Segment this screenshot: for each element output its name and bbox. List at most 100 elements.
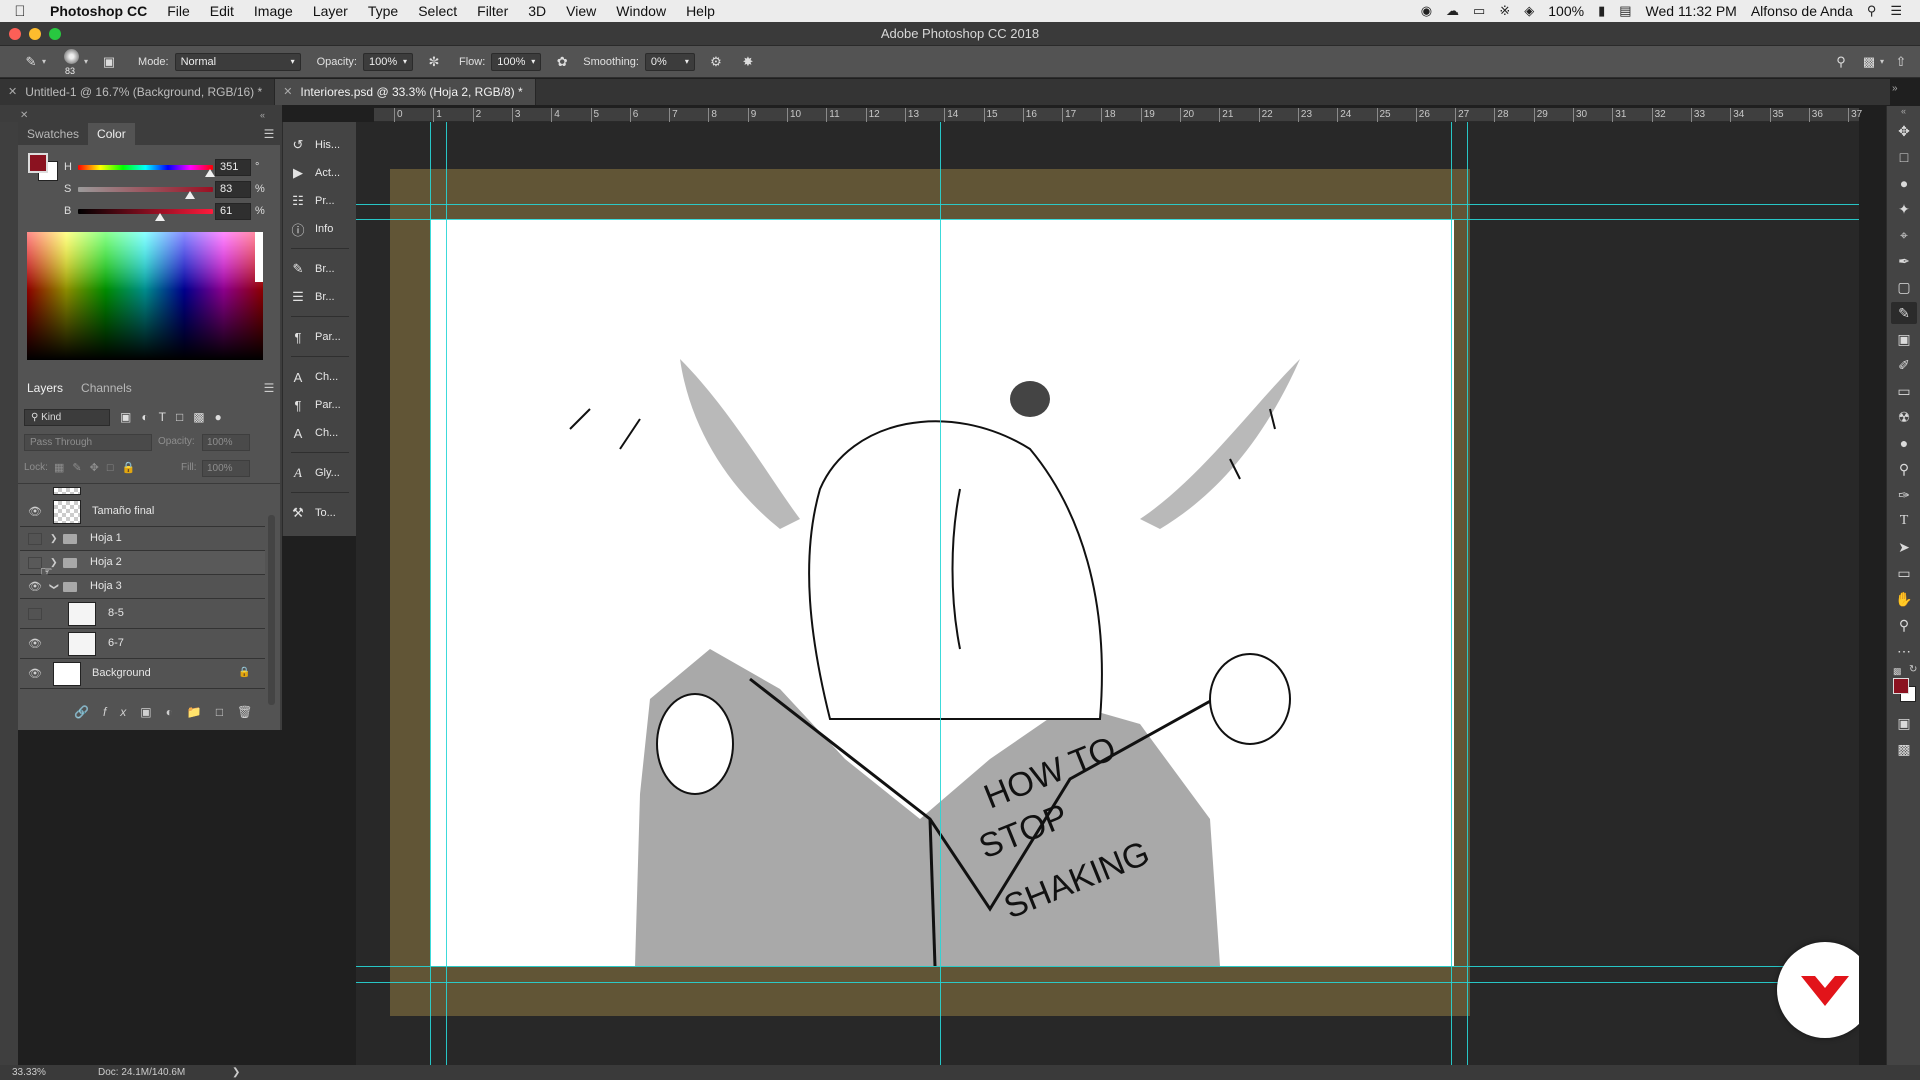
clock[interactable]: Wed 11:32 PM	[1646, 3, 1737, 19]
filter-toggle-icon[interactable]: ●	[215, 410, 232, 424]
minimize-window-button[interactable]	[29, 28, 41, 40]
color-spectrum-ramp[interactable]	[27, 232, 263, 360]
dock-properties[interactable]: ☷ Pr...	[289, 190, 353, 212]
dock-character[interactable]: A Ch...	[289, 366, 353, 388]
close-tab-icon[interactable]: ✕	[283, 79, 292, 105]
brush-size-picker[interactable]: 83	[60, 48, 84, 76]
battery-icon[interactable]: ▮	[1598, 3, 1605, 19]
visibility-toggle-empty[interactable]	[28, 533, 42, 545]
default-colors-icon[interactable]: ▩	[1893, 666, 1902, 677]
visibility-eye-icon[interactable]: 👁	[28, 638, 42, 650]
search-icon[interactable]: ⚲	[1830, 52, 1852, 72]
share-icon[interactable]: ⇧	[1890, 52, 1912, 72]
lasso-tool-icon[interactable]: ⦁	[1891, 172, 1917, 194]
dodge-tool-icon[interactable]: ⚲	[1891, 458, 1917, 480]
menu-edit[interactable]: Edit	[200, 3, 244, 19]
trash-icon[interactable]: 🗑	[237, 705, 266, 719]
guide-vertical[interactable]	[940, 122, 941, 1065]
keyboard-icon[interactable]: ▤	[1619, 3, 1631, 19]
tab-swatches[interactable]: Swatches	[18, 123, 88, 145]
white-swatch-strip[interactable]	[255, 232, 263, 282]
guide-horizontal[interactable]	[356, 219, 1859, 220]
chevron-down-icon[interactable]: ▾	[1880, 57, 1884, 66]
swap-colors-icon[interactable]: ↻	[1909, 664, 1917, 675]
guide-horizontal[interactable]	[356, 204, 1859, 205]
rectangle-tool-icon[interactable]: ▭	[1891, 562, 1917, 584]
layer-opacity-field[interactable]: 100%	[202, 434, 250, 451]
lock-artboard-icon[interactable]: □	[107, 462, 122, 474]
eraser-tool-icon[interactable]: ▭	[1891, 380, 1917, 402]
layer-group-hoja-2[interactable]: ❯ Hoja 2 ☞	[20, 551, 265, 579]
apple-menu-icon[interactable]: 	[0, 3, 40, 20]
panel-menu-icon[interactable]: ☰	[262, 382, 276, 394]
hue-slider-thumb[interactable]	[204, 169, 215, 177]
collapse-toolbox-icon[interactable]: «	[1901, 106, 1906, 116]
brush-tool-icon[interactable]: ✎	[1891, 302, 1917, 324]
toolbox-foreground-swatch[interactable]	[1893, 678, 1909, 694]
mode-select[interactable]: Normal ▾	[174, 52, 301, 71]
pen-tool-icon[interactable]: ✑	[1891, 484, 1917, 506]
foreground-color-swatch[interactable]	[28, 153, 48, 173]
clone-stamp-tool-icon[interactable]: ▣	[1891, 328, 1917, 350]
smoothing-settings-gear-icon[interactable]: ⚙	[705, 52, 727, 72]
visibility-eye-icon[interactable]: 👁	[28, 506, 42, 518]
layer-8-5[interactable]: 8-5	[20, 599, 265, 629]
bluetooth-icon[interactable]: ※	[1499, 3, 1510, 19]
chevron-down-icon[interactable]: ❯	[48, 583, 59, 591]
crop-tool-icon[interactable]: ⌖	[1891, 224, 1917, 246]
cloud-icon[interactable]: ☁	[1446, 3, 1459, 19]
notification-center-icon[interactable]: ☰	[1890, 3, 1902, 19]
fill-field[interactable]: 100%	[202, 460, 250, 477]
guide-horizontal[interactable]	[356, 966, 1859, 967]
tab-untitled-1[interactable]: ✕ Untitled-1 @ 16.7% (Background, RGB/16…	[0, 79, 276, 105]
chevron-down-icon[interactable]: ▾	[42, 57, 46, 66]
wifi-icon[interactable]: ◈	[1524, 3, 1534, 19]
airbrush-icon[interactable]: ✿	[551, 52, 573, 72]
panel-menu-icon[interactable]: ☰	[262, 128, 276, 140]
visibility-eye-icon[interactable]: 👁	[28, 668, 42, 680]
layer-6-7[interactable]: 👁 6-7	[20, 629, 265, 659]
eyedropper-tool-icon[interactable]: ✒	[1891, 250, 1917, 272]
smart-object-filter-icon[interactable]: ▩	[193, 410, 214, 424]
blend-mode-select[interactable]: Pass Through	[24, 434, 152, 451]
dock-glyphs[interactable]: A Gly...	[289, 462, 353, 484]
dock-paragraph[interactable]: ¶ Par...	[289, 326, 353, 348]
tab-color[interactable]: Color	[88, 123, 135, 145]
lock-pixels-icon[interactable]: ✎	[72, 462, 89, 474]
menu-layer[interactable]: Layer	[303, 3, 358, 19]
brightness-value-field[interactable]: 61	[215, 203, 251, 220]
guide-vertical[interactable]	[1467, 122, 1468, 1065]
dock-brushes[interactable]: ✎ Br...	[289, 258, 353, 280]
dock-brush-settings[interactable]: ☰ Br...	[289, 286, 353, 308]
menu-3d[interactable]: 3D	[518, 3, 556, 19]
dock-character-styles[interactable]: A Ch...	[289, 422, 353, 444]
lock-transparency-icon[interactable]: ▦	[54, 462, 72, 474]
menu-app-name[interactable]: Photoshop CC	[40, 3, 157, 19]
canvas-workspace[interactable]: HOW TO STOP SHAKING	[356, 122, 1859, 1065]
hue-value-field[interactable]: 351	[215, 159, 251, 176]
hue-slider-track[interactable]	[78, 165, 213, 170]
healing-brush-tool-icon[interactable]: ▢	[1891, 276, 1917, 298]
lock-position-icon[interactable]: ✥	[90, 462, 107, 474]
brush-panel-toggle-icon[interactable]: ▣	[98, 52, 120, 72]
menu-select[interactable]: Select	[408, 3, 467, 19]
dock-tool-presets[interactable]: ⚒ To...	[289, 502, 353, 524]
add-mask-icon[interactable]: ▣	[140, 705, 165, 719]
layer-background[interactable]: 👁 Background 🔒	[20, 659, 265, 689]
maximize-window-button[interactable]	[49, 28, 61, 40]
blur-tool-icon[interactable]: ●	[1891, 432, 1917, 454]
zoom-tool-icon[interactable]: ⚲	[1891, 614, 1917, 636]
airplay-icon[interactable]: ▭	[1473, 3, 1485, 19]
type-filter-icon[interactable]: T	[159, 410, 176, 424]
hand-tool-icon[interactable]: ✋	[1891, 588, 1917, 610]
menu-window[interactable]: Window	[606, 3, 676, 19]
visibility-toggle-empty[interactable]	[28, 608, 42, 620]
vertical-ruler[interactable]	[0, 122, 18, 1065]
menu-image[interactable]: Image	[244, 3, 303, 19]
new-layer-icon[interactable]: □	[216, 705, 237, 719]
tab-layers[interactable]: Layers	[18, 377, 73, 399]
screen-mode-icon[interactable]: ▩	[1891, 738, 1917, 760]
zoom-level[interactable]: 33.33%	[12, 1065, 46, 1080]
chevron-right-icon[interactable]: ❯	[50, 533, 58, 544]
guide-vertical[interactable]	[446, 122, 447, 1065]
